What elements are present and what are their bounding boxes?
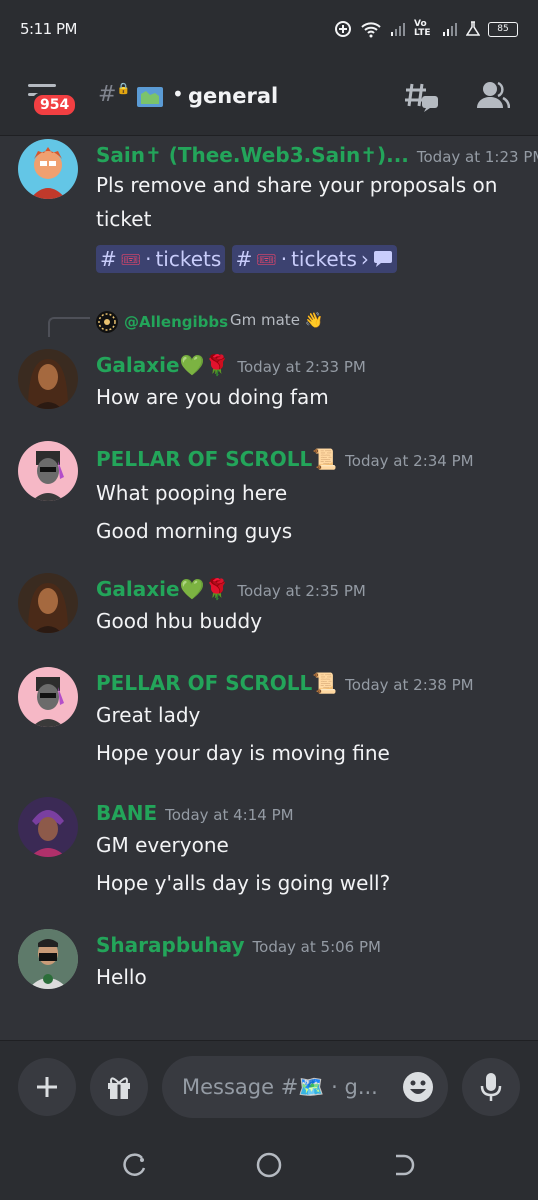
channel-links: # 🎟 · tickets # 🎟 · tickets › xyxy=(96,245,397,273)
emoji-icon xyxy=(403,1072,433,1102)
microphone-icon xyxy=(480,1073,502,1101)
add-attachment-button[interactable] xyxy=(18,1058,76,1116)
channel-name[interactable]: general xyxy=(188,84,278,108)
message-input[interactable]: Message #🗺️ · g... xyxy=(162,1056,448,1118)
lock-hash-icon: #🔒 xyxy=(98,82,131,107)
gift-icon xyxy=(108,1077,130,1099)
avatar[interactable] xyxy=(18,349,78,409)
channel-separator: • xyxy=(172,82,184,106)
avatar[interactable] xyxy=(18,573,78,633)
message-timestamp: Today at 1:23 PM xyxy=(416,148,538,166)
status-bar: 5:11 PM Vo LTE 85 xyxy=(0,0,538,58)
reply-connector xyxy=(48,317,90,337)
message-author[interactable]: Galaxie💚🌹 Today at 2:35 PM xyxy=(96,577,366,601)
members-icon[interactable] xyxy=(476,80,510,112)
status-time: 5:11 PM xyxy=(20,20,77,38)
avatar[interactable] xyxy=(18,667,78,727)
message-text: Good morning guys xyxy=(96,519,293,543)
message-text: What pooping here xyxy=(96,481,288,505)
message-text: Good hbu buddy xyxy=(96,609,263,633)
message-text: How are you doing fam xyxy=(96,385,329,409)
threads-icon[interactable] xyxy=(404,80,440,114)
thread-bubble-icon xyxy=(373,251,392,267)
system-nav-bar xyxy=(0,1132,538,1200)
message-author[interactable]: BANE Today at 4:14 PM xyxy=(96,801,294,825)
signal-icon-2 xyxy=(443,23,457,36)
signal-icon xyxy=(391,23,405,36)
message-author[interactable]: Sharapbuhay Today at 5:06 PM xyxy=(96,933,381,957)
reply-avatar xyxy=(96,311,118,333)
home-icon[interactable] xyxy=(256,1152,282,1178)
reply-author[interactable]: @Allengibbs xyxy=(124,313,228,331)
unread-badge[interactable]: 954 xyxy=(31,92,79,118)
message-composer: Message #🗺️ · g... xyxy=(0,1040,538,1132)
message-timestamp: Today at 2:38 PM xyxy=(345,676,474,694)
message-text: Hope your day is moving fine xyxy=(96,741,390,765)
map-flag-icon xyxy=(137,87,163,107)
channel-header: 954 #🔒 • general xyxy=(0,58,538,136)
message-placeholder: Message #🗺️ · g... xyxy=(182,1074,378,1099)
channel-link-tickets[interactable]: # 🎟 · tickets xyxy=(96,245,226,273)
message-text: GM everyone xyxy=(96,833,229,857)
message-text: Hello xyxy=(96,965,147,989)
plus-icon xyxy=(37,1077,57,1097)
message-timestamp: Today at 4:14 PM xyxy=(165,806,294,824)
recents-icon[interactable] xyxy=(122,1152,148,1178)
message-timestamp: Today at 2:35 PM xyxy=(237,582,366,600)
voice-message-button[interactable] xyxy=(462,1058,520,1116)
status-icons: Vo LTE 85 xyxy=(334,20,518,38)
message-text: Hope y'alls day is going well? xyxy=(96,871,391,895)
flask-icon xyxy=(466,21,480,36)
wifi-icon xyxy=(361,22,381,38)
message-author[interactable]: PELLAR OF SCROLL📜 Today at 2:34 PM xyxy=(96,447,474,471)
message-timestamp: Today at 2:34 PM xyxy=(345,452,474,470)
data-saver-icon xyxy=(335,21,351,37)
avatar[interactable] xyxy=(18,797,78,857)
message-author[interactable]: Galaxie💚🌹 Today at 2:33 PM xyxy=(96,353,366,377)
avatar[interactable] xyxy=(18,139,78,199)
message-text: ticket xyxy=(96,207,152,231)
message-author[interactable]: PELLAR OF SCROLL📜 Today at 2:38 PM xyxy=(96,671,474,695)
message-author[interactable]: Sain✝ (Thee.Web3.Sain✝)... Today at 1:23 … xyxy=(96,143,538,167)
channel-link-tickets-thread[interactable]: # 🎟 · tickets › xyxy=(231,245,397,273)
battery-indicator: 85 xyxy=(488,21,518,37)
message-timestamp: Today at 5:06 PM xyxy=(252,938,381,956)
message-text: Great lady xyxy=(96,703,201,727)
emoji-button[interactable] xyxy=(402,1071,434,1108)
message-list[interactable]: Sain✝ (Thee.Web3.Sain✝)... Today at 1:23 … xyxy=(0,137,538,1040)
reply-preview[interactable]: Gm mate 👋 xyxy=(230,311,323,329)
avatar[interactable] xyxy=(18,929,78,989)
message-text: Pls remove and share your proposals on xyxy=(96,173,498,197)
avatar[interactable] xyxy=(18,441,78,501)
gift-button[interactable] xyxy=(90,1058,148,1116)
message-timestamp: Today at 2:33 PM xyxy=(237,358,366,376)
network-type: Vo LTE xyxy=(414,19,431,38)
back-icon[interactable] xyxy=(390,1152,416,1178)
